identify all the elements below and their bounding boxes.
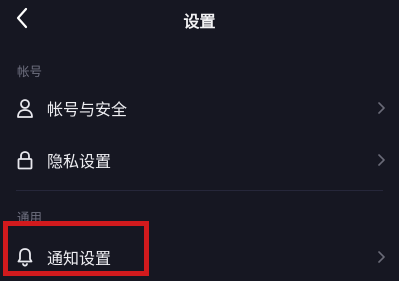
chevron-right-icon [376,153,386,167]
chevron-right-icon [376,101,386,115]
settings-item-account-security[interactable]: 帐号与安全 [0,84,399,132]
page-title: 设置 [183,12,216,31]
chevron-right-icon [376,250,386,264]
settings-item-privacy[interactable]: 隐私设置 [0,136,399,184]
user-icon [16,98,34,118]
section-divider [16,190,383,191]
settings-item-label: 隐私设置 [47,152,112,171]
settings-item-label: 帐号与安全 [47,100,128,119]
top-bar: 设置 [0,0,399,38]
lock-icon [16,150,34,170]
highlight-annotation-box [3,221,149,276]
section-label-account: 帐号 [17,64,43,79]
